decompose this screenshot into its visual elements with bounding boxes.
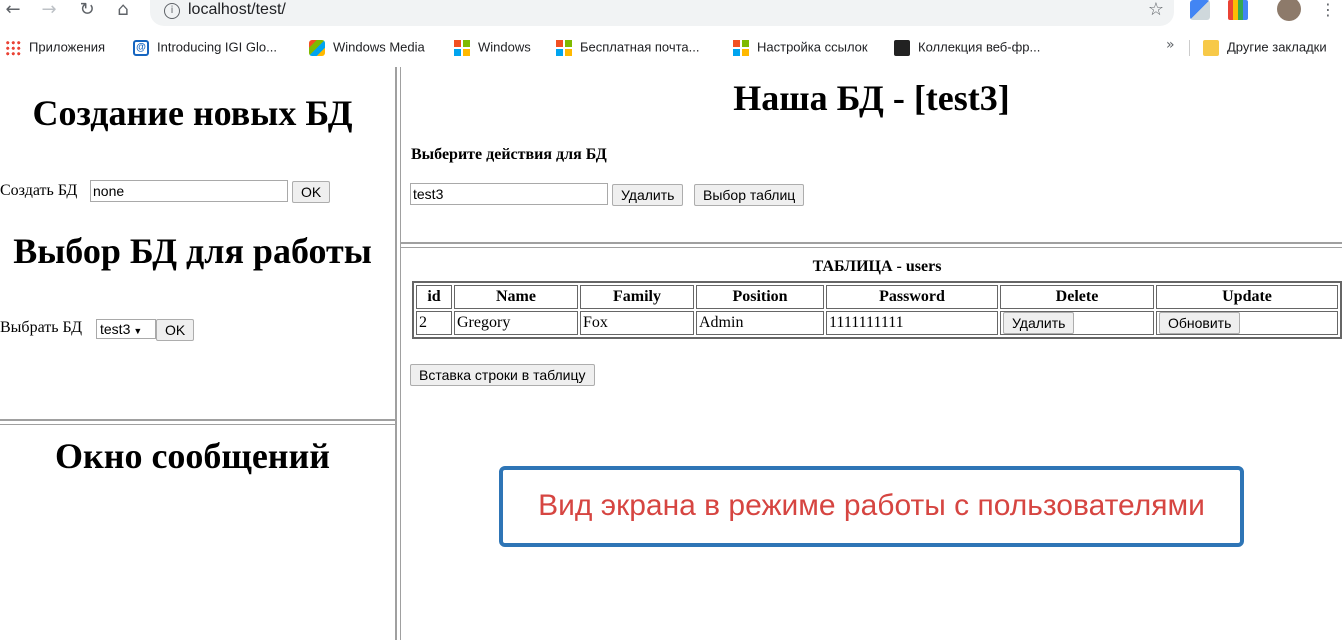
bookmark-windows-media[interactable]: Windows Media: [309, 37, 425, 57]
table-caption: ТАБЛИЦА - users: [812, 258, 942, 275]
cell-position: Admin: [696, 311, 824, 335]
col-update: Update: [1156, 285, 1338, 309]
delete-db-button[interactable]: Удалить: [612, 184, 684, 206]
db-name-input[interactable]: [410, 183, 608, 205]
home-icon[interactable]: ⌂: [110, 0, 136, 22]
create-db-input[interactable]: [90, 180, 288, 202]
windows-icon: [556, 39, 572, 56]
col-password: Password: [826, 285, 998, 309]
messages-title: Окно сообщений: [54, 436, 331, 476]
menu-kebab-icon[interactable]: ⋮: [1320, 0, 1336, 19]
cell-update: Обновить: [1156, 311, 1338, 335]
info-icon[interactable]: i: [164, 3, 180, 19]
apps-grid-icon: [5, 39, 21, 56]
bookmark-other[interactable]: Другие закладки: [1203, 37, 1327, 57]
db-actions-label: Выберите действия для БД: [411, 146, 607, 163]
bookmarks-bar: Приложения @ Introducing IGI Glo... Windo…: [0, 33, 1342, 61]
forward-icon[interactable]: →: [36, 0, 62, 22]
create-db-title: Создание новых БД: [32, 93, 353, 133]
bookmark-igi[interactable]: @ Introducing IGI Glo...: [133, 37, 277, 57]
table-header-row: id Name Family Position Password Delete …: [416, 285, 1338, 309]
frame-divider-vertical[interactable]: [395, 67, 401, 640]
select-db-ok-button[interactable]: OK: [156, 319, 195, 341]
col-delete: Delete: [1000, 285, 1154, 309]
users-table: id Name Family Position Password Delete …: [412, 281, 1342, 339]
chevron-down-icon: ▼: [133, 326, 143, 336]
delete-row-button[interactable]: Удалить: [1003, 312, 1075, 334]
colorful-extension-icon[interactable]: [1228, 0, 1248, 20]
bookmark-link-settings[interactable]: Настройка ссылок: [733, 37, 868, 57]
folder-icon: [1203, 39, 1219, 56]
bookmark-apps[interactable]: Приложения: [5, 37, 105, 57]
igi-icon: @: [133, 39, 149, 56]
cell-password: 1111111111: [826, 311, 998, 335]
col-position: Position: [696, 285, 824, 309]
bookmark-free-mail[interactable]: Бесплатная почта...: [556, 37, 699, 57]
frame-divider-right[interactable]: [401, 242, 1342, 248]
address-bar[interactable]: i localhost/test/ ☆: [150, 0, 1174, 26]
bookmarks-overflow-icon[interactable]: »: [1166, 37, 1175, 53]
select-db-label: Выбрать БД: [0, 319, 83, 336]
create-db-label: Создать БД: [0, 182, 78, 199]
windows-icon: [454, 39, 470, 56]
db-title: Наша БД - [test3]: [733, 78, 1010, 118]
cell-family: Fox: [580, 311, 694, 335]
update-row-button[interactable]: Обновить: [1159, 312, 1241, 334]
callout-annotation: Вид экрана в режиме работы с пользовател…: [499, 466, 1244, 547]
select-tables-button[interactable]: Выбор таблиц: [694, 184, 805, 206]
select-db-title: Выбор БД для работы: [13, 231, 372, 271]
back-icon[interactable]: ←: [0, 0, 26, 22]
bookmarks-separator: [1189, 40, 1190, 56]
table-row: 2 Gregory Fox Admin 1111111111 Удалить О…: [416, 311, 1338, 335]
bookmark-web-collection[interactable]: Коллекция веб-фр...: [894, 37, 1040, 57]
windows-icon: [733, 39, 749, 56]
select-db-dropdown[interactable]: test3 ▼: [96, 319, 156, 339]
col-id: id: [416, 285, 452, 309]
translate-extension-icon[interactable]: [1190, 0, 1210, 20]
cell-id: 2: [416, 311, 452, 335]
cell-delete: Удалить: [1000, 311, 1154, 335]
col-name: Name: [454, 285, 578, 309]
browser-toolbar: ← → ↻ ⌂ i localhost/test/ ☆ ⋮: [0, 0, 1342, 33]
create-db-ok-button[interactable]: OK: [292, 181, 331, 203]
col-family: Family: [580, 285, 694, 309]
collection-icon: [894, 39, 910, 56]
avatar[interactable]: [1277, 0, 1301, 21]
reload-icon[interactable]: ↻: [74, 0, 100, 22]
star-icon[interactable]: ☆: [1148, 0, 1164, 20]
insert-row-button[interactable]: Вставка строки в таблицу: [410, 364, 595, 386]
bookmark-windows[interactable]: Windows: [454, 37, 531, 57]
frame-divider-left[interactable]: [0, 419, 395, 425]
url-text[interactable]: localhost/test/: [188, 0, 286, 20]
cell-name: Gregory: [454, 311, 578, 335]
windows-media-icon: [309, 39, 325, 56]
